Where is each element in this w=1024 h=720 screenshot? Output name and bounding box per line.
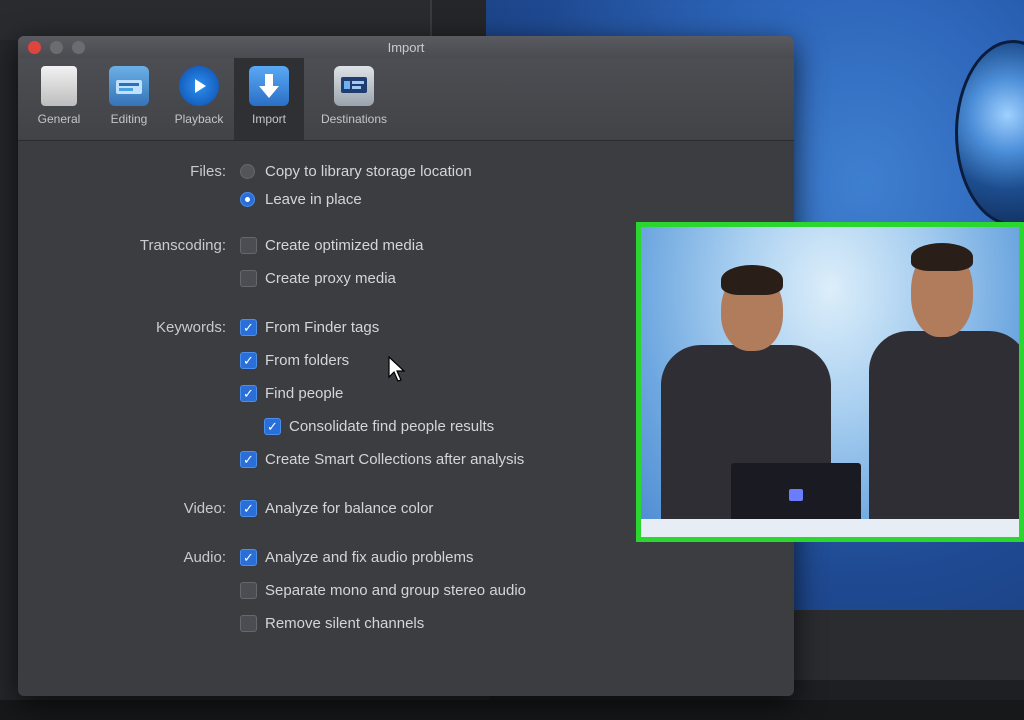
tab-label: Import — [251, 112, 286, 126]
checkbox-fix-audio[interactable]: ✓ Analyze and fix audio problems — [240, 549, 794, 566]
option-label: From Finder tags — [265, 319, 380, 336]
option-label: Create proxy media — [265, 270, 396, 287]
audio-label: Audio: — [183, 549, 226, 566]
checkbox-remove-silent[interactable]: Remove silent channels — [240, 615, 794, 632]
audio-row: Audio: ✓ Analyze and fix audio problems — [18, 541, 794, 574]
laptop — [731, 463, 861, 525]
keywords-label: Keywords: — [155, 319, 226, 336]
tab-label: Playback — [174, 112, 224, 126]
radio-button[interactable] — [240, 163, 255, 179]
tab-editing[interactable]: Editing — [94, 58, 164, 140]
checkbox[interactable] — [240, 615, 257, 632]
background-app-toolbar — [0, 0, 432, 40]
option-label: Consolidate find people results — [289, 418, 495, 435]
files-row: Leave in place — [18, 185, 794, 213]
checkbox[interactable]: ✓ — [240, 451, 257, 468]
files-row: Files: Copy to library storage location — [18, 157, 794, 185]
checkbox[interactable]: ✓ — [240, 549, 257, 566]
checkbox[interactable] — [240, 582, 257, 599]
tab-label: General — [37, 112, 81, 126]
tab-import[interactable]: Import — [234, 58, 304, 140]
playback-icon — [179, 66, 219, 106]
transcoding-label: Transcoding: — [139, 237, 226, 254]
option-label: Copy to library storage location — [265, 162, 472, 180]
tab-label: Destinations — [320, 112, 388, 126]
tab-label: Editing — [110, 112, 148, 126]
audio-row: Remove silent channels — [18, 607, 794, 640]
audio-row: Separate mono and group stereo audio — [18, 574, 794, 607]
option-label: Analyze and fix audio problems — [265, 549, 474, 566]
radio-leave-in-place[interactable]: Leave in place — [240, 191, 794, 208]
desk — [641, 519, 1019, 537]
editing-icon — [109, 66, 149, 106]
radio-button[interactable] — [240, 191, 255, 207]
general-icon — [41, 66, 77, 106]
window-titlebar[interactable]: Import — [18, 36, 794, 58]
checkbox[interactable]: ✓ — [264, 418, 281, 435]
checkbox[interactable]: ✓ — [240, 319, 257, 336]
destinations-icon — [334, 66, 374, 106]
checkbox[interactable]: ✓ — [240, 352, 257, 369]
option-label: Analyze for balance color — [265, 500, 434, 517]
tab-playback[interactable]: Playback — [164, 58, 234, 140]
checkbox[interactable] — [240, 237, 257, 254]
files-label: Files: — [190, 162, 226, 180]
checkbox-separate-mono[interactable]: Separate mono and group stereo audio — [240, 582, 794, 599]
option-label: Remove silent channels — [265, 615, 425, 632]
video-label: Video: — [183, 500, 226, 517]
window-title: Import — [387, 40, 425, 55]
preferences-toolbar: General Editing Playback Import Destinat… — [18, 58, 794, 141]
option-label: From folders — [265, 352, 350, 369]
laptop-logo-icon — [789, 489, 803, 501]
video-preview — [636, 222, 1024, 542]
option-label: Leave in place — [265, 190, 362, 208]
tab-destinations[interactable]: Destinations — [304, 58, 404, 140]
timeline-strip[interactable] — [0, 700, 1024, 720]
checkbox[interactable]: ✓ — [240, 385, 257, 402]
checkbox[interactable] — [240, 270, 257, 287]
radio-copy-to-library[interactable]: Copy to library storage location — [240, 163, 794, 180]
option-label: Find people — [265, 385, 344, 402]
option-label: Create optimized media — [265, 237, 424, 254]
option-label: Separate mono and group stereo audio — [265, 582, 527, 599]
import-icon — [249, 66, 289, 106]
tab-general[interactable]: General — [24, 58, 94, 140]
option-label: Create Smart Collections after analysis — [265, 451, 525, 468]
checkbox[interactable]: ✓ — [240, 500, 257, 517]
